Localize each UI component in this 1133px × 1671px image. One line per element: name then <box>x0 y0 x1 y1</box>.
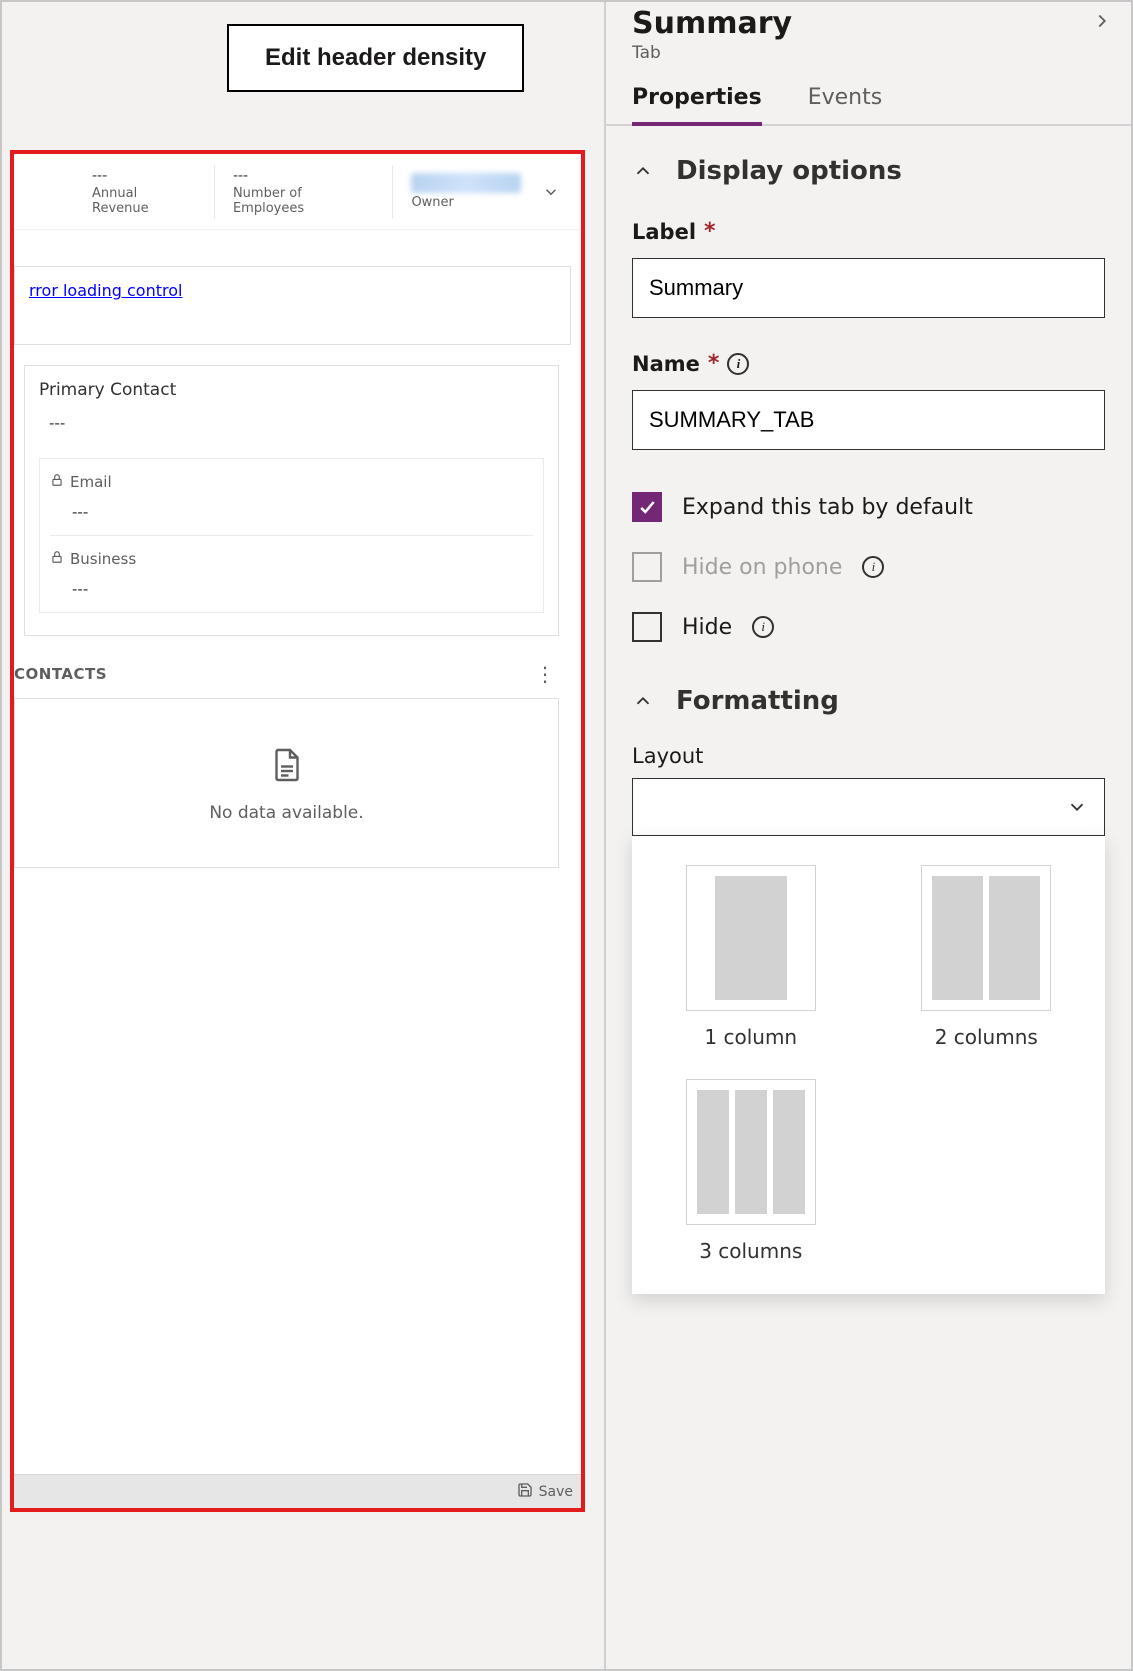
document-icon <box>269 743 305 787</box>
hide-label: Hide <box>682 615 732 640</box>
hide-on-phone-checkbox <box>632 552 662 582</box>
formatting-heading: Formatting <box>676 686 839 716</box>
field-value: --- <box>50 503 533 521</box>
header-field-number-employees[interactable]: --- Number of Employees <box>214 165 392 219</box>
pane-subtitle: Tab <box>632 43 792 63</box>
layout-options-popup: 1 column 2 columns 3 columns <box>632 836 1105 1294</box>
chevron-up-icon[interactable] <box>632 690 654 712</box>
business-field[interactable]: Business --- <box>50 536 533 612</box>
lock-icon <box>50 473 64 491</box>
chevron-right-icon[interactable] <box>1091 10 1113 36</box>
layout-thumb-icon <box>686 1079 816 1225</box>
save-icon[interactable] <box>517 1482 533 1502</box>
label-field-label: Label * <box>632 220 1105 244</box>
contacts-empty-state: No data available. <box>14 698 559 868</box>
chevron-down-icon <box>1066 796 1088 818</box>
error-loading-control-link[interactable]: rror loading control <box>29 281 182 300</box>
expand-default-checkbox[interactable] <box>632 492 662 522</box>
required-asterisk-icon: * <box>704 221 716 243</box>
empty-text: No data available. <box>209 803 363 823</box>
chevron-up-icon[interactable] <box>632 160 654 182</box>
primary-contact-value: --- <box>39 414 544 432</box>
field-label: Email <box>70 473 112 491</box>
primary-contact-section[interactable]: Primary Contact --- Email --- <box>24 365 559 636</box>
layout-dropdown[interactable] <box>632 778 1105 836</box>
info-icon[interactable]: i <box>862 556 884 578</box>
form-preview: --- Annual Revenue --- Number of Employe… <box>10 150 585 1512</box>
field-label: Business <box>70 550 136 568</box>
hide-on-phone-label: Hide on phone <box>682 555 842 580</box>
header-value: --- <box>92 168 196 184</box>
pane-tabs: Properties Events <box>606 63 1131 126</box>
header-field-owner[interactable]: Owner <box>392 165 539 219</box>
layout-option-2-columns[interactable]: 2 columns <box>889 865 1085 1049</box>
email-field[interactable]: Email --- <box>50 459 533 536</box>
layout-thumb-icon <box>921 865 1051 1011</box>
header-label: Annual Revenue <box>92 186 196 216</box>
name-field-label: Name * i <box>632 352 1105 376</box>
properties-pane: Summary Tab Properties Events Display op… <box>604 2 1131 1669</box>
required-asterisk-icon: * <box>708 353 720 375</box>
header-field-annual-revenue[interactable]: --- Annual Revenue <box>74 165 214 219</box>
form-header-row: --- Annual Revenue --- Number of Employe… <box>14 154 581 230</box>
hide-checkbox[interactable] <box>632 612 662 642</box>
layout-caption: 3 columns <box>699 1239 802 1263</box>
error-section: rror loading control <box>14 266 571 345</box>
primary-contact-quickview: Email --- Business --- <box>39 458 544 613</box>
more-vertical-icon[interactable]: ⋮ <box>535 662 555 686</box>
contacts-heading: CONTACTS <box>14 665 107 683</box>
header-value: --- <box>233 168 374 184</box>
name-input[interactable] <box>632 390 1105 450</box>
tab-properties[interactable]: Properties <box>632 85 762 126</box>
save-bar: Save <box>14 1474 581 1508</box>
label-input[interactable] <box>632 258 1105 318</box>
tab-events[interactable]: Events <box>808 85 883 124</box>
owner-value-redacted <box>411 173 521 193</box>
chevron-down-icon[interactable] <box>539 180 563 204</box>
layout-option-3-columns[interactable]: 3 columns <box>653 1079 849 1263</box>
save-button[interactable]: Save <box>539 1484 573 1500</box>
layout-caption: 1 column <box>704 1025 797 1049</box>
header-label: Number of Employees <box>233 186 374 216</box>
layout-thumb-icon <box>686 865 816 1011</box>
primary-contact-title: Primary Contact <box>39 380 544 400</box>
edit-header-density-button[interactable]: Edit header density <box>227 24 524 92</box>
layout-label: Layout <box>632 744 1105 768</box>
display-options-heading: Display options <box>676 156 902 186</box>
expand-default-label: Expand this tab by default <box>682 495 973 520</box>
layout-caption: 2 columns <box>935 1025 1038 1049</box>
field-value: --- <box>50 580 533 598</box>
info-icon[interactable]: i <box>752 616 774 638</box>
info-icon[interactable]: i <box>727 353 749 375</box>
header-label: Owner <box>411 195 521 210</box>
pane-title: Summary <box>632 6 792 41</box>
layout-option-1-column[interactable]: 1 column <box>653 865 849 1049</box>
lock-icon <box>50 550 64 568</box>
